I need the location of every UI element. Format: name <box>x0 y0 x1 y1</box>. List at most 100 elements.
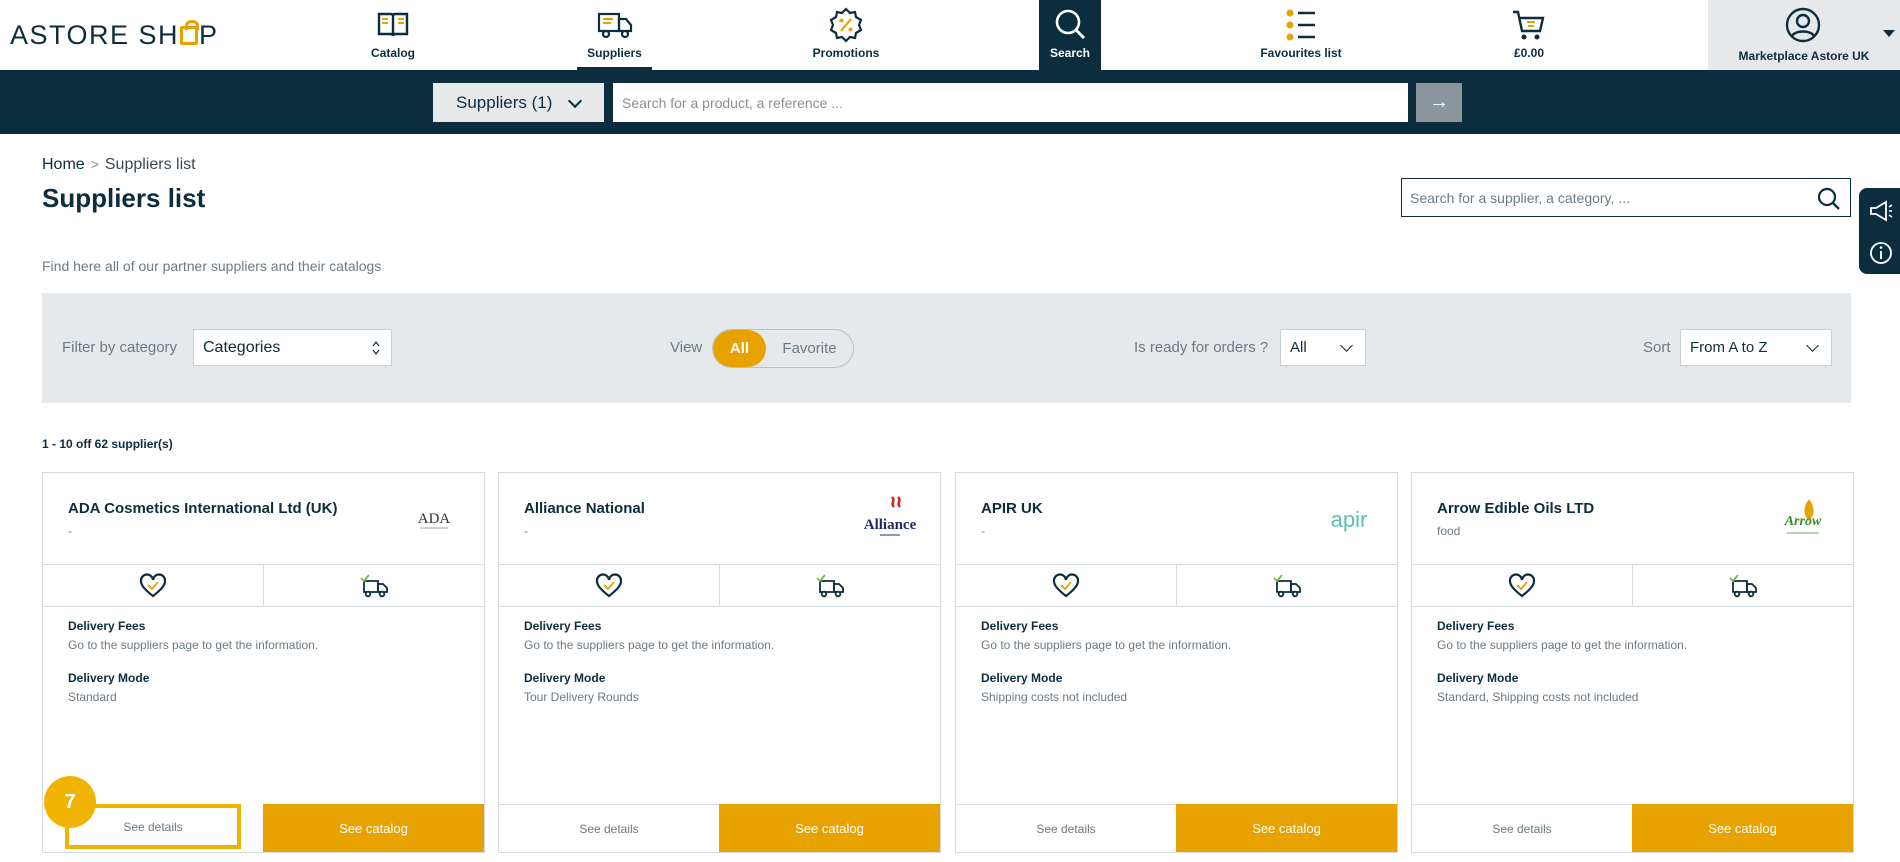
sort-select[interactable]: From A to Z <box>1680 329 1832 366</box>
delivery-fees-value: Go to the suppliers page to get the info… <box>68 638 319 652</box>
delivery-fees-value: Go to the suppliers page to get the info… <box>524 638 775 652</box>
product-search-input[interactable] <box>613 83 1408 122</box>
delivery-mode-value: Shipping costs not included <box>981 690 1128 704</box>
chevron-down-icon[interactable] <box>1883 30 1895 37</box>
ready-for-orders-select[interactable]: All <box>1280 329 1366 366</box>
delivery-truck-check-icon <box>816 574 844 598</box>
supplier-card: Alliance National - Alliance Delivery Fe… <box>498 472 941 853</box>
delivery-info[interactable] <box>719 565 939 606</box>
heart-icon <box>1508 573 1536 598</box>
delivery-mode-value: Tour Delivery Rounds <box>524 690 639 704</box>
tutorial-step-badge: 7 <box>44 776 96 828</box>
filter-category-label: Filter by category <box>62 339 178 356</box>
search-submit-button[interactable]: → <box>1416 83 1462 122</box>
search-scope-dropdown[interactable]: Suppliers (1) <box>433 83 604 122</box>
supplier-card: ADA Cosmetics International Ltd (UK) - A… <box>42 472 485 853</box>
updown-arrows-icon <box>372 341 380 355</box>
supplier-logo: Alliance <box>864 496 917 536</box>
supplier-category: - <box>68 524 72 538</box>
favorite-toggle[interactable] <box>43 565 263 606</box>
delivery-truck-check-icon <box>1729 574 1757 598</box>
shopping-bag-icon <box>180 20 200 45</box>
delivery-fees-value: Go to the suppliers page to get the info… <box>981 638 1232 652</box>
global-search-bar: Suppliers (1) → <box>0 70 1900 134</box>
heart-icon <box>1052 573 1080 598</box>
megaphone-icon[interactable] <box>1868 198 1894 224</box>
sort-label: Sort <box>1643 339 1671 356</box>
delivery-truck-check-icon <box>360 574 388 598</box>
nav-suppliers[interactable]: Suppliers <box>577 0 652 70</box>
top-navigation-bar: ASTORE SH P Catalog Suppliers Promotions … <box>0 0 1900 70</box>
delivery-mode-value: Standard, Shipping costs not included <box>1437 690 1639 704</box>
delivery-info[interactable] <box>263 565 483 606</box>
truck-icon <box>597 12 632 39</box>
search-icon[interactable] <box>1816 186 1842 212</box>
see-details-button[interactable]: See details <box>1412 804 1632 852</box>
info-icon[interactable] <box>1868 240 1894 266</box>
see-details-button[interactable]: See details <box>499 804 719 852</box>
svg-text:Arrow: Arrow <box>1784 514 1822 529</box>
svg-text:Alliance: Alliance <box>864 517 917 533</box>
view-toggle: All Favorite <box>712 329 854 368</box>
see-catalog-button[interactable]: See catalog <box>1632 804 1853 852</box>
astore-shop-logo[interactable]: ASTORE SH P <box>10 20 219 51</box>
favorite-toggle[interactable] <box>1412 565 1632 606</box>
supplier-category: - <box>981 524 985 538</box>
delivery-info[interactable] <box>1632 565 1852 606</box>
supplier-logo: ADA <box>418 511 450 529</box>
supplier-name[interactable]: Arrow Edible Oils LTD <box>1437 500 1594 517</box>
delivery-info[interactable] <box>1176 565 1396 606</box>
see-catalog-button[interactable]: See catalog <box>719 804 940 852</box>
nav-favourites-list[interactable]: Favourites list <box>1258 0 1344 70</box>
account-menu[interactable]: Marketplace Astore UK <box>1708 0 1900 70</box>
supplier-search-input[interactable] <box>1402 179 1802 216</box>
cart-icon <box>1513 10 1545 40</box>
svg-text:apir: apir <box>1331 507 1368 532</box>
delivery-mode-value: Standard <box>68 690 117 704</box>
delivery-fees-value: Go to the suppliers page to get the info… <box>1437 638 1688 652</box>
see-catalog-button[interactable]: See catalog <box>1176 804 1397 852</box>
breadcrumb-separator: > <box>90 156 99 172</box>
heart-icon <box>139 573 167 598</box>
supplier-name[interactable]: ADA Cosmetics International Ltd (UK) <box>68 500 337 517</box>
page-intro: Find here all of our partner suppliers a… <box>42 258 382 274</box>
see-details-button[interactable]: See details <box>956 804 1176 852</box>
nav-search[interactable]: Search <box>1039 0 1101 70</box>
supplier-name[interactable]: APIR UK <box>981 500 1043 517</box>
chevron-down-icon <box>1340 339 1353 352</box>
view-all-option[interactable]: All <box>713 330 766 367</box>
page-title: Suppliers list <box>42 183 206 213</box>
supplier-logo: Arrow <box>1784 499 1822 534</box>
nav-cart[interactable]: £0.00 <box>1510 0 1548 70</box>
view-label: View <box>670 339 703 356</box>
supplier-search-box <box>1401 178 1851 217</box>
chevron-down-icon <box>1806 339 1819 352</box>
list-icon <box>1286 9 1315 41</box>
breadcrumb-home-link[interactable]: Home <box>42 156 85 173</box>
supplier-category: food <box>1437 524 1461 538</box>
supplier-card: APIR UK - apir Delivery Fees Go to the s… <box>955 472 1398 853</box>
see-catalog-button[interactable]: See catalog <box>263 804 484 852</box>
heart-icon <box>595 573 623 598</box>
view-favorite-option[interactable]: Favorite <box>766 330 853 367</box>
filter-bar: Filter by category Categories View All F… <box>42 293 1851 403</box>
breadcrumb: Home > Suppliers list <box>42 156 196 174</box>
favorite-toggle[interactable] <box>956 565 1176 606</box>
ready-for-orders-label: Is ready for orders ? <box>1134 339 1269 356</box>
nav-catalog[interactable]: Catalog <box>362 0 424 70</box>
supplier-category: - <box>524 524 528 538</box>
delivery-truck-check-icon <box>1273 574 1301 598</box>
chevron-down-icon <box>567 93 583 109</box>
category-select[interactable]: Categories <box>193 329 392 366</box>
search-icon <box>1055 9 1086 40</box>
book-icon <box>377 12 409 37</box>
breadcrumb-current: Suppliers list <box>104 156 196 173</box>
user-icon <box>1785 7 1821 43</box>
results-count: 1 - 10 off 62 supplier(s) <box>42 437 173 451</box>
supplier-name[interactable]: Alliance National <box>524 500 645 517</box>
favorite-toggle[interactable] <box>499 565 719 606</box>
supplier-logo: apir <box>1331 507 1368 532</box>
side-feedback-tab <box>1859 188 1900 274</box>
nav-promotions[interactable]: Promotions <box>808 0 884 70</box>
percent-badge-icon <box>829 7 863 43</box>
